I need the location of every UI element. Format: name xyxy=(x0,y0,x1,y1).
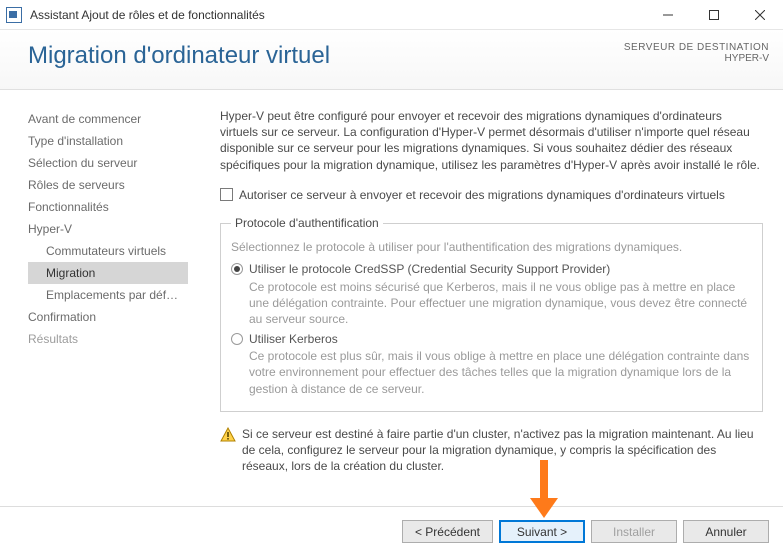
nav-install-type[interactable]: Type d'installation xyxy=(28,130,220,152)
radio-credssp-label: Utiliser le protocole CredSSP (Credentia… xyxy=(249,261,610,277)
radio-kerberos-row[interactable]: Utiliser Kerberos xyxy=(231,331,752,347)
nav-server-roles[interactable]: Rôles de serveurs xyxy=(28,174,220,196)
close-button[interactable] xyxy=(737,0,783,30)
warning-icon xyxy=(220,427,236,443)
main-panel: Hyper-V peut être configuré pour envoyer… xyxy=(220,108,769,476)
nav-default-locations[interactable]: Emplacements par déf… xyxy=(28,284,220,306)
nav-hyperv[interactable]: Hyper-V xyxy=(28,218,220,240)
auth-protocol-legend: Protocole d'authentification xyxy=(231,215,383,231)
radio-kerberos[interactable] xyxy=(231,333,243,345)
footer: < Précédent Suivant > Installer Annuler xyxy=(0,506,783,556)
cancel-button[interactable]: Annuler xyxy=(683,520,769,543)
allow-migration-label: Autoriser ce serveur à envoyer et recevo… xyxy=(239,187,725,203)
window-controls xyxy=(645,0,783,30)
destination-label: SERVEUR DE DESTINATION xyxy=(624,42,769,53)
warning-text: Si ce serveur est destiné à faire partie… xyxy=(242,426,763,475)
nav-server-selection[interactable]: Sélection du serveur xyxy=(28,152,220,174)
radio-kerberos-label: Utiliser Kerberos xyxy=(249,331,338,347)
intro-text: Hyper-V peut être configuré pour envoyer… xyxy=(220,108,763,173)
auth-protocol-hint: Sélectionnez le protocole à utiliser pou… xyxy=(231,239,752,255)
content: Avant de commencer Type d'installation S… xyxy=(0,90,783,476)
install-button: Installer xyxy=(591,520,677,543)
nav-features[interactable]: Fonctionnalités xyxy=(28,196,220,218)
previous-button[interactable]: < Précédent xyxy=(402,520,493,543)
radio-credssp[interactable] xyxy=(231,263,243,275)
app-icon xyxy=(6,7,22,23)
nav-migration[interactable]: Migration xyxy=(28,262,188,284)
header: Migration d'ordinateur virtuel SERVEUR D… xyxy=(0,30,783,90)
auth-protocol-group: Protocole d'authentification Sélectionne… xyxy=(220,215,763,412)
nav-before-begin[interactable]: Avant de commencer xyxy=(28,108,220,130)
allow-migration-row[interactable]: Autoriser ce serveur à envoyer et recevo… xyxy=(220,187,763,203)
radio-credssp-desc: Ce protocole est moins sécurisé que Kerb… xyxy=(249,279,752,328)
maximize-button[interactable] xyxy=(691,0,737,30)
nav-confirmation[interactable]: Confirmation xyxy=(28,306,220,328)
wizard-nav: Avant de commencer Type d'installation S… xyxy=(28,108,220,476)
destination-server: HYPER-V xyxy=(624,53,769,64)
window-title: Assistant Ajout de rôles et de fonctionn… xyxy=(30,8,265,22)
nav-results: Résultats xyxy=(28,328,220,350)
destination-box: SERVEUR DE DESTINATION HYPER-V xyxy=(624,42,769,64)
titlebar: Assistant Ajout de rôles et de fonctionn… xyxy=(0,0,783,30)
radio-credssp-row[interactable]: Utiliser le protocole CredSSP (Credentia… xyxy=(231,261,752,277)
minimize-button[interactable] xyxy=(645,0,691,30)
next-button[interactable]: Suivant > xyxy=(499,520,585,543)
allow-migration-checkbox[interactable] xyxy=(220,188,233,201)
warning-note: Si ce serveur est destiné à faire partie… xyxy=(220,426,763,475)
nav-virtual-switches[interactable]: Commutateurs virtuels xyxy=(28,240,220,262)
radio-kerberos-desc: Ce protocole est plus sûr, mais il vous … xyxy=(249,348,752,397)
